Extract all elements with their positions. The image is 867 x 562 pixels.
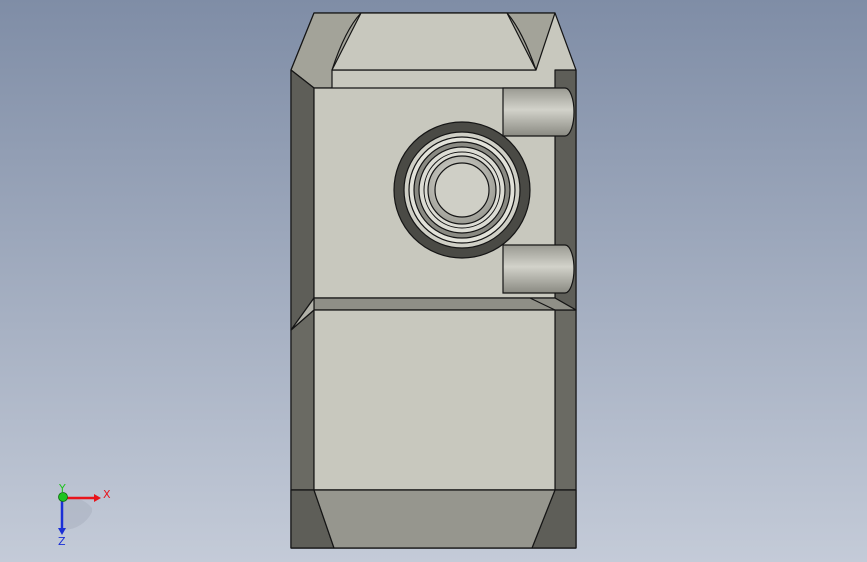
- x-axis-label: X: [103, 488, 111, 501]
- boss-bore-inner: [434, 162, 490, 218]
- cad-viewport[interactable]: X Y Z: [0, 0, 867, 562]
- top-face: [331, 12, 537, 71]
- bearing-boss[interactable]: [393, 121, 531, 259]
- left-wall-lower: [290, 309, 315, 491]
- y-axis-label: Y: [58, 482, 66, 495]
- z-axis-label: Z: [58, 535, 66, 548]
- model-view[interactable]: X Y Z: [0, 0, 867, 562]
- lower-pin[interactable]: [502, 244, 575, 294]
- upper-pin[interactable]: [502, 87, 575, 137]
- lower-face: [313, 309, 556, 491]
- bottom-face: [313, 489, 556, 549]
- step-ledge: [313, 297, 577, 311]
- left-wall-upper: [290, 69, 315, 331]
- right-wall-lower: [554, 309, 577, 491]
